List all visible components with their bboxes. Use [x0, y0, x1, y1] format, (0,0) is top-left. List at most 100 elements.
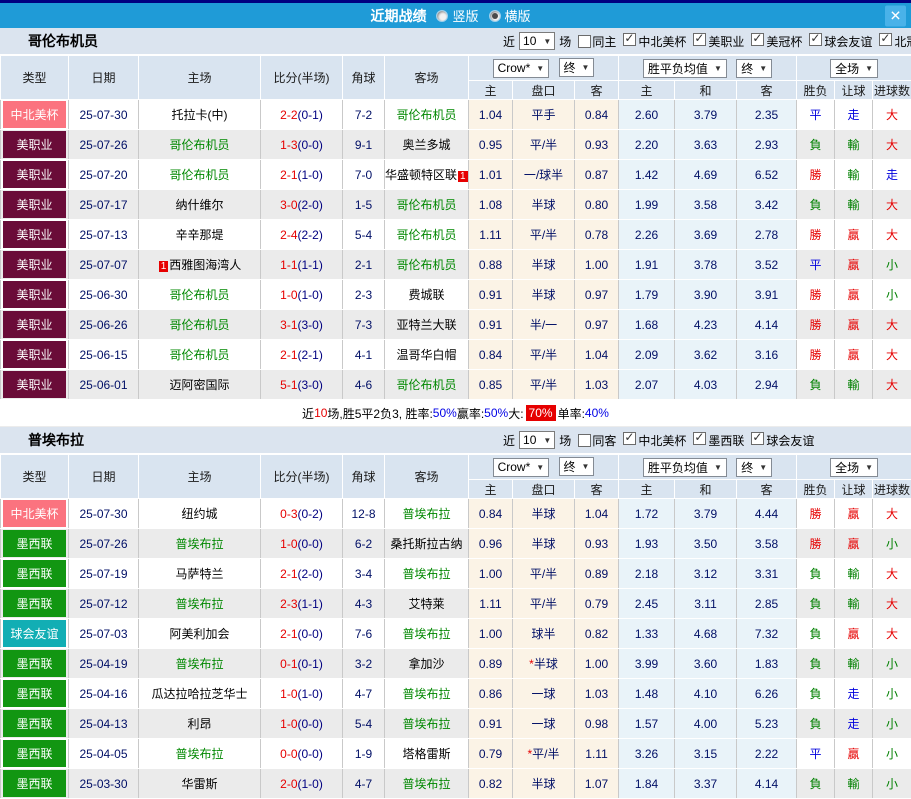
final-odds-select-2[interactable]: 终▼: [736, 458, 772, 477]
league-checkbox[interactable]: ✓: [623, 432, 636, 445]
team-name-2: 普埃布拉: [28, 430, 84, 450]
league-type-badge: 墨西联: [1, 739, 69, 769]
check-icon: ✓: [694, 31, 704, 45]
handicap-line: 平/半: [513, 589, 575, 619]
handicap-line: *平/半: [513, 739, 575, 769]
corner-score: 7-6: [343, 619, 385, 649]
rank-badge: 1: [159, 261, 169, 272]
away-team: 普埃布拉: [385, 559, 469, 589]
league-checkbox[interactable]: ✓: [751, 432, 764, 445]
layout-option-horizontal[interactable]: 横版: [489, 6, 531, 25]
handicap-result-flag: 走: [835, 100, 873, 130]
euro-draw-odds: 3.58: [675, 190, 737, 220]
scope-select[interactable]: 全场▼: [830, 458, 878, 477]
league-label[interactable]: 球会友谊: [766, 434, 814, 448]
radio-icon-vertical[interactable]: [436, 10, 448, 22]
euro-draw-odds: 4.69: [675, 160, 737, 190]
match-count-select[interactable]: 10▼: [519, 32, 555, 50]
league-type-badge: 墨西联: [1, 649, 69, 679]
league-type-badge: 美职业: [1, 280, 69, 310]
euro-home-odds: 1.93: [619, 529, 675, 559]
goals-flag: 小: [873, 679, 911, 709]
col-corner: 角球: [343, 56, 385, 100]
handicap-home-odds: 1.11: [469, 220, 513, 250]
league-label[interactable]: 球会友谊: [824, 35, 872, 49]
same-venue-label[interactable]: 同主: [592, 33, 616, 50]
match-row: 美职业25-07-13辛辛那堤2-4(2-2)5-4哥伦布机员1.11平/半0.…: [1, 220, 911, 250]
layout-option-vertical[interactable]: 竖版: [436, 6, 478, 25]
scope-select[interactable]: 全场▼: [830, 59, 878, 78]
col-ah-away: 客: [575, 81, 619, 100]
handicap-home-odds: 0.85: [469, 370, 513, 400]
league-type-badge: 墨西联: [1, 589, 69, 619]
league-label[interactable]: 中北美杯: [638, 434, 686, 448]
league-checkbox[interactable]: ✓: [879, 33, 892, 46]
handicap-result-flag: 輸: [835, 559, 873, 589]
same-venue-checkbox-2[interactable]: [578, 434, 591, 447]
handicap-line: 一球: [513, 679, 575, 709]
result-flag: 勝: [797, 160, 835, 190]
league-label[interactable]: 美冠杯: [766, 35, 802, 49]
filter-row-section-1: 哥伦布机员 近 10▼ 场 同主 ✓中北美杯✓美职业✓美冠杯✓球会友谊✓北冠杯: [0, 28, 911, 55]
league-label[interactable]: 中北美杯: [638, 35, 686, 49]
col-eu-draw: 和: [675, 480, 737, 499]
final-odds-value: 终: [564, 59, 576, 76]
vertical-option-label[interactable]: 竖版: [452, 6, 478, 25]
handicap-home-odds: 0.96: [469, 529, 513, 559]
horizontal-option-label[interactable]: 横版: [505, 6, 531, 25]
check-icon: ✓: [880, 31, 890, 45]
euro-away-odds: 2.35: [737, 100, 797, 130]
corner-score: 4-7: [343, 769, 385, 799]
match-date: 25-06-01: [69, 370, 139, 400]
away-team: 普埃布拉: [385, 619, 469, 649]
handicap-home-odds: 0.84: [469, 340, 513, 370]
euro-away-odds: 3.58: [737, 529, 797, 559]
league-checkbox[interactable]: ✓: [623, 33, 636, 46]
goals-flag: 小: [873, 280, 911, 310]
league-checkbox[interactable]: ✓: [693, 33, 706, 46]
near-label: 近: [503, 432, 515, 449]
league-checkbox[interactable]: ✓: [751, 33, 764, 46]
odds-company-select[interactable]: Crow*▼: [493, 59, 550, 78]
away-team: 奥兰多城: [385, 130, 469, 160]
league-checkbox[interactable]: ✓: [809, 33, 822, 46]
same-venue-label-2[interactable]: 同客: [592, 432, 616, 449]
odds-company-select[interactable]: Crow*▼: [493, 458, 550, 477]
match-row: 墨西联25-07-12普埃布拉2-3(1-1)4-3艾特莱1.11平/半0.79…: [1, 589, 911, 619]
handicap-away-odds: 1.11: [575, 739, 619, 769]
corner-score: 9-1: [343, 130, 385, 160]
handicap-away-odds: 0.98: [575, 709, 619, 739]
scope-value: 全场: [835, 60, 859, 77]
avg-odds-select[interactable]: 胜平负均值▼: [643, 458, 727, 477]
league-label[interactable]: 墨西联: [708, 434, 744, 448]
final-odds-select[interactable]: 终▼: [559, 457, 595, 476]
summary-row-1: 近10场,胜5平2负3, 胜率:50% 赢率:50% 大:70% 单率:40%: [0, 400, 911, 427]
result-flag: 勝: [797, 529, 835, 559]
result-flag: 負: [797, 190, 835, 220]
league-type-badge: 墨西联: [1, 679, 69, 709]
col-ah-line: 盘口: [513, 81, 575, 100]
chevron-down-icon: ▼: [536, 64, 544, 73]
euro-draw-odds: 3.63: [675, 130, 737, 160]
radio-icon-horizontal-selected[interactable]: [489, 10, 501, 22]
handicap-line: *半球: [513, 649, 575, 679]
corner-score: 4-3: [343, 589, 385, 619]
same-venue-checkbox[interactable]: [578, 35, 591, 48]
handicap-away-odds: 0.82: [575, 619, 619, 649]
away-team: 华盛顿特区联1: [385, 160, 469, 190]
games-label: 场: [559, 33, 571, 50]
league-label[interactable]: 北冠杯: [894, 35, 911, 49]
handicap-line: 半球: [513, 499, 575, 529]
filter-controls-2: 近 10▼ 场 同客 ✓中北美杯✓墨西联✓球会友谊: [503, 431, 814, 449]
games-label: 场: [559, 432, 571, 449]
league-label[interactable]: 美职业: [708, 35, 744, 49]
league-checkbox[interactable]: ✓: [693, 432, 706, 445]
chevron-down-icon: ▼: [759, 463, 767, 472]
corner-score: 2-1: [343, 250, 385, 280]
handicap-away-odds: 1.03: [575, 679, 619, 709]
match-count-select-2[interactable]: 10▼: [519, 431, 555, 449]
avg-odds-select[interactable]: 胜平负均值▼: [643, 59, 727, 78]
close-icon[interactable]: ✕: [885, 5, 906, 26]
final-odds-select-2[interactable]: 终▼: [736, 59, 772, 78]
final-odds-select[interactable]: 终▼: [559, 58, 595, 77]
